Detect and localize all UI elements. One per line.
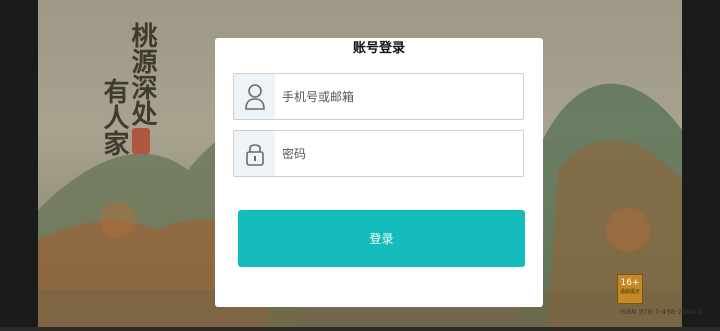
title-line-1: 桃源深处 [127, 22, 157, 126]
dialog-title: 账号登录 [352, 41, 405, 56]
title-line-2: 有人家 [99, 78, 129, 156]
right-letterbox [682, 0, 720, 327]
isbn-text: ISBN 978-7-498-2304-2 [620, 308, 703, 316]
username-input[interactable] [282, 74, 518, 119]
login-button[interactable]: 登录 [238, 210, 525, 267]
age-rating-badge: 16+ 适龄提示 [617, 274, 643, 304]
lock-icon [234, 131, 275, 176]
age-rating-value: 16+ [620, 278, 640, 288]
red-seal-stamp [132, 128, 150, 154]
username-field[interactable] [233, 73, 524, 120]
login-dialog: 账号登录 登录 [215, 38, 543, 307]
password-field[interactable] [233, 130, 524, 177]
user-icon [234, 74, 275, 119]
age-rating-caption: 适龄提示 [619, 289, 640, 295]
password-input[interactable] [282, 131, 518, 176]
left-letterbox [0, 0, 38, 327]
game-title-calligraphy: 桃源深处 有人家 [92, 22, 162, 162]
